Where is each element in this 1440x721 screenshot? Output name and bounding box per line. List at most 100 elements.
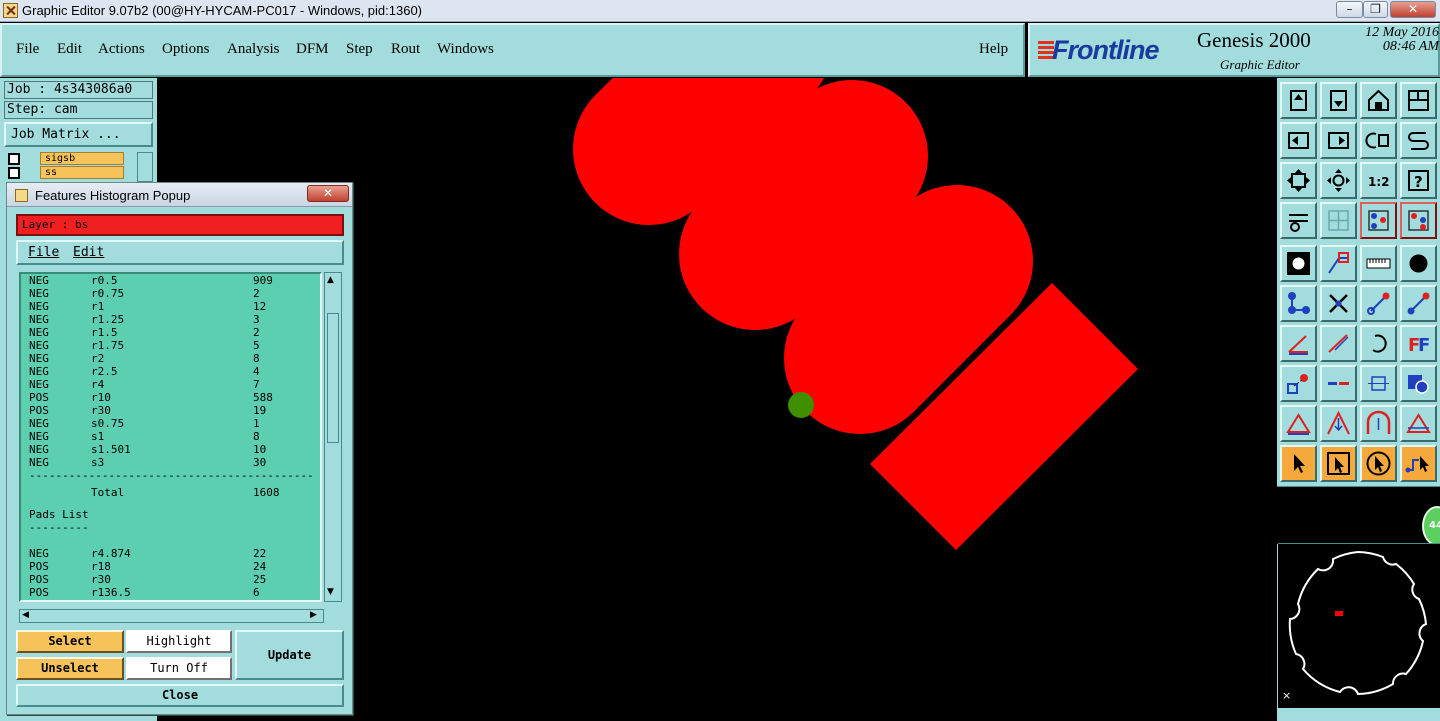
tool-cross-icon[interactable] (1320, 285, 1357, 322)
histogram-row[interactable]: NEG r1.25 3 (21, 313, 320, 326)
menu-rout[interactable]: Rout (391, 41, 420, 58)
layer-row[interactable]: ss (6, 166, 124, 180)
tool-connect-icon[interactable] (1280, 285, 1317, 322)
tool-scale-icon[interactable]: 1:2 (1360, 162, 1397, 199)
histogram-row[interactable]: NEG s0.75 1 (21, 417, 320, 430)
tool-pointer-icon[interactable] (1280, 445, 1317, 482)
tool-move-left-icon[interactable] (1280, 122, 1317, 159)
tool-text-icon[interactable]: FF (1400, 325, 1437, 362)
row-symbol: r1 (91, 300, 105, 313)
menu-options[interactable]: Options (162, 41, 210, 58)
tool-line-add-icon[interactable] (1360, 285, 1397, 322)
histogram-row[interactable]: NEG r0.75 2 (21, 287, 320, 300)
tool-move-right-icon[interactable] (1320, 122, 1357, 159)
menu-file[interactable]: File (16, 41, 39, 58)
list-horizontal-scrollbar[interactable]: ◀ ▶ (19, 609, 324, 623)
tool-component-icon[interactable] (1400, 365, 1437, 402)
menu-help[interactable]: Help (979, 41, 1008, 58)
histogram-row[interactable]: NEG r0.5 909 (21, 274, 320, 287)
tool-angle-icon[interactable] (1280, 325, 1317, 362)
row-polarity: NEG (29, 352, 49, 365)
tool-settings-icon[interactable] (1280, 202, 1317, 239)
tool-move-up-icon[interactable] (1280, 82, 1317, 119)
minimize-button[interactable]: – (1336, 1, 1363, 18)
tool-split-line-icon[interactable] (1320, 365, 1357, 402)
tool-select-box-icon[interactable] (1320, 445, 1357, 482)
menu-analysis[interactable]: Analysis (227, 41, 280, 58)
histogram-row[interactable]: POS r10 588 (21, 391, 320, 404)
menu-actions[interactable]: Actions (98, 41, 145, 58)
menu-windows[interactable]: Windows (437, 41, 494, 58)
histogram-row[interactable]: POS r136.5 6 (21, 586, 320, 599)
highlight-button[interactable]: Highlight (126, 630, 232, 653)
tool-triangle-icon[interactable] (1280, 405, 1317, 442)
histogram-row[interactable]: NEG r4.874 22 (21, 547, 320, 560)
histogram-row[interactable]: NEG r1 12 (21, 300, 320, 313)
row-polarity: NEG (29, 287, 49, 300)
tool-snap-icon[interactable] (1280, 365, 1317, 402)
menu-edit[interactable]: Edit (57, 41, 82, 58)
layer-row[interactable]: sigsb (6, 152, 124, 166)
select-button[interactable]: Select (16, 630, 124, 653)
tool-ruler-icon[interactable] (1360, 245, 1397, 282)
popup-close-icon[interactable]: ✕ (307, 185, 349, 202)
histogram-row[interactable]: NEG r4 7 (21, 378, 320, 391)
tool-circle-pad-icon[interactable] (1400, 245, 1437, 282)
tool-zoom-fit-icon[interactable] (1280, 162, 1317, 199)
tool-layers-icon[interactable] (1360, 202, 1397, 239)
update-button[interactable]: Update (235, 630, 344, 680)
tool-arc-icon[interactable] (1360, 325, 1397, 362)
tool-move-down-icon[interactable] (1320, 82, 1357, 119)
tool-pad-icon[interactable] (1280, 245, 1317, 282)
popup-menu-edit[interactable]: Edit (73, 245, 104, 260)
tool-select-circle-icon[interactable] (1360, 445, 1397, 482)
histogram-row[interactable]: NEG s1.501 10 (21, 443, 320, 456)
tool-triangle-up-icon[interactable] (1320, 405, 1357, 442)
row-count: 8 (253, 430, 260, 443)
histogram-list[interactable]: NEG r0.5 909 NEG r0.75 2 NEG r1 12 NEG r1.25 3 NEG r1… (19, 272, 322, 602)
tool-dimension-icon[interactable] (1360, 365, 1397, 402)
close-button[interactable]: Close (16, 684, 344, 707)
tool-home-icon[interactable] (1360, 82, 1397, 119)
job-matrix-button[interactable]: Job Matrix ... (4, 122, 153, 147)
tool-help-icon[interactable]: ? (1400, 162, 1437, 199)
tool-mirror-icon[interactable] (1400, 122, 1437, 159)
row-symbol: r0.75 (91, 287, 125, 300)
tool-line-edit-icon[interactable] (1400, 285, 1437, 322)
tool-flip-icon[interactable] (1400, 405, 1437, 442)
tool-arch-icon[interactable] (1360, 405, 1397, 442)
restore-button[interactable]: ❐ (1363, 1, 1388, 18)
close-button[interactable]: ✕ (1390, 1, 1436, 18)
menu-step[interactable]: Step (346, 41, 373, 58)
histogram-row[interactable]: NEG r2.5 4 (21, 365, 320, 378)
list-vertical-scrollbar[interactable]: ▲ ▼ (324, 272, 342, 602)
histogram-row[interactable]: NEG r2 8 (21, 352, 320, 365)
histogram-row[interactable]: NEG r1.75 5 (21, 339, 320, 352)
histogram-row[interactable]: POS r30 19 (21, 404, 320, 417)
minimap[interactable]: × (1278, 543, 1440, 708)
tool-select-path-icon[interactable] (1400, 445, 1437, 482)
histogram-row[interactable]: POS r30 25 (21, 573, 320, 586)
menu-dfm[interactable]: DFM (296, 41, 329, 58)
tool-measure-icon[interactable] (1320, 245, 1357, 282)
layer-checkbox[interactable] (8, 153, 20, 165)
layer-scrollbar[interactable] (137, 152, 153, 182)
popup-titlebar[interactable]: Features Histogram Popup ✕ (7, 183, 352, 207)
tool-rotate-icon[interactable] (1360, 122, 1397, 159)
svg-text:×: × (1282, 689, 1291, 702)
tool-slope-icon[interactable] (1320, 325, 1357, 362)
histogram-row[interactable]: NEG s1 8 (21, 430, 320, 443)
product-subtitle: Graphic Editor (1220, 57, 1300, 72)
histogram-row[interactable]: NEG s3 30 (21, 456, 320, 469)
unselect-button[interactable]: Unselect (16, 657, 124, 680)
tool-grid-icon[interactable] (1320, 202, 1357, 239)
row-polarity: POS (29, 573, 49, 586)
turn-off-button[interactable]: Turn Off (126, 657, 232, 680)
layer-checkbox[interactable] (8, 167, 20, 179)
histogram-row[interactable]: POS r18 24 (21, 560, 320, 573)
tool-layers-alt-icon[interactable] (1400, 202, 1437, 239)
histogram-row[interactable]: NEG r1.5 2 (21, 326, 320, 339)
tool-window-icon[interactable] (1400, 82, 1437, 119)
popup-menu-file[interactable]: File (28, 245, 59, 260)
tool-center-icon[interactable] (1320, 162, 1357, 199)
